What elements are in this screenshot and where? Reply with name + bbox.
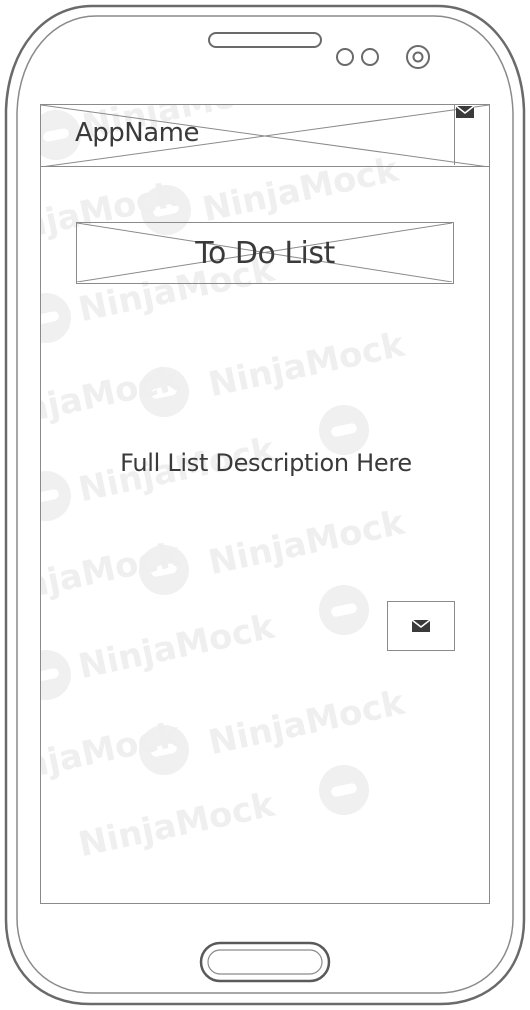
- phone-screen: NinjaMock NinjaMock NinjaMock NinjaMock …: [40, 104, 490, 904]
- mail-button[interactable]: [387, 601, 455, 651]
- mail-icon: [455, 105, 475, 118]
- watermark-logo: [41, 645, 76, 705]
- app-name: AppName: [75, 118, 200, 148]
- page-title: To Do List: [195, 235, 335, 271]
- watermark-logo: [41, 288, 76, 348]
- watermark-text: NinjaMock: [40, 714, 184, 796]
- header-mail-button[interactable]: [454, 105, 489, 165]
- app-bar: AppName: [41, 105, 489, 167]
- watermark-text: NinjaMock: [40, 534, 184, 616]
- watermark-text: NinjaMock: [205, 502, 408, 584]
- watermark-text: NinjaMock: [75, 784, 278, 866]
- watermark-logo: [134, 362, 194, 422]
- title-placeholder: To Do List: [76, 222, 454, 284]
- list-description: Full List Description Here: [120, 449, 412, 477]
- watermark-text: NinjaMock: [40, 358, 184, 440]
- watermark-logo: [134, 720, 194, 780]
- watermark-text: NinjaMock: [205, 324, 408, 406]
- watermark-text: NinjaMock: [205, 682, 408, 764]
- mail-icon: [411, 619, 431, 632]
- watermark-text: NinjaMock: [75, 606, 278, 688]
- watermark-logo: [134, 540, 194, 600]
- watermark-logo: [314, 760, 374, 820]
- watermark-logo: [314, 580, 374, 640]
- phone-mockup: NinjaMock NinjaMock NinjaMock NinjaMock …: [0, 0, 530, 1010]
